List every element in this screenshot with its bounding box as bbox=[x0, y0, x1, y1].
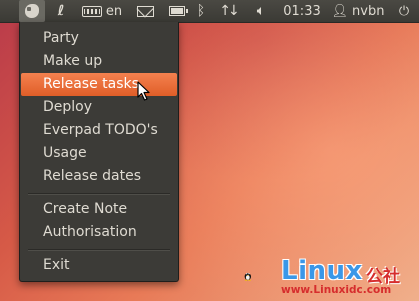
temperature-icon[interactable]: ℓ bbox=[54, 0, 68, 22]
bluetooth-icon[interactable]: ᛒ bbox=[194, 0, 208, 22]
menu-item-usage[interactable]: Usage bbox=[21, 142, 177, 165]
menu-item-create-note[interactable]: Create Note bbox=[21, 198, 177, 221]
menu-item-deploy[interactable]: Deploy bbox=[21, 96, 177, 119]
tux-penguin-icon bbox=[244, 272, 251, 281]
battery-icon bbox=[169, 6, 188, 16]
clock[interactable]: 01:33 bbox=[282, 0, 322, 22]
mouse-cursor-icon bbox=[137, 81, 150, 101]
battery-indicator[interactable] bbox=[166, 0, 188, 22]
menu-item-release-tasks[interactable]: Release tasks bbox=[21, 73, 177, 96]
keyboard-icon bbox=[81, 5, 102, 17]
evernote-indicator[interactable] bbox=[19, 0, 45, 22]
menu-separator bbox=[28, 249, 170, 251]
network-icon[interactable]: ↑↓ bbox=[218, 0, 239, 22]
mail-icon bbox=[136, 5, 154, 17]
power-icon[interactable]: ⏻ bbox=[395, 0, 413, 22]
evernote-menu: Party Make up Release tasks Deploy Everp… bbox=[19, 22, 179, 282]
user-indicator[interactable]: 👤︎ nvbn bbox=[330, 0, 386, 22]
username-label: nvbn bbox=[352, 3, 385, 19]
menu-item-release-dates[interactable]: Release dates bbox=[21, 165, 177, 188]
top-panel: ℓ en ᛒ ↑↓ 🔈︎ 01:33 👤︎ nvbn ⏻ bbox=[0, 0, 419, 23]
evernote-icon bbox=[25, 4, 39, 18]
menu-item-party[interactable]: Party bbox=[21, 27, 177, 50]
keyboard-indicator[interactable]: en bbox=[80, 0, 124, 22]
menu-item-exit[interactable]: Exit bbox=[21, 254, 177, 277]
menu-item-make-up[interactable]: Make up bbox=[21, 50, 177, 73]
keyboard-layout-label: en bbox=[105, 3, 123, 19]
menu-item-everpad-todos[interactable]: Everpad TODO's bbox=[21, 119, 177, 142]
watermark-url: www.Linuxidc.com bbox=[281, 284, 392, 296]
volume-icon[interactable]: 🔈︎ bbox=[250, 0, 272, 22]
mail-indicator[interactable] bbox=[134, 0, 156, 22]
menu-separator bbox=[28, 193, 170, 195]
user-icon: 👤︎ bbox=[331, 3, 349, 19]
watermark-brand: Linux bbox=[281, 256, 363, 286]
menu-item-authorisation[interactable]: Authorisation bbox=[21, 221, 177, 244]
